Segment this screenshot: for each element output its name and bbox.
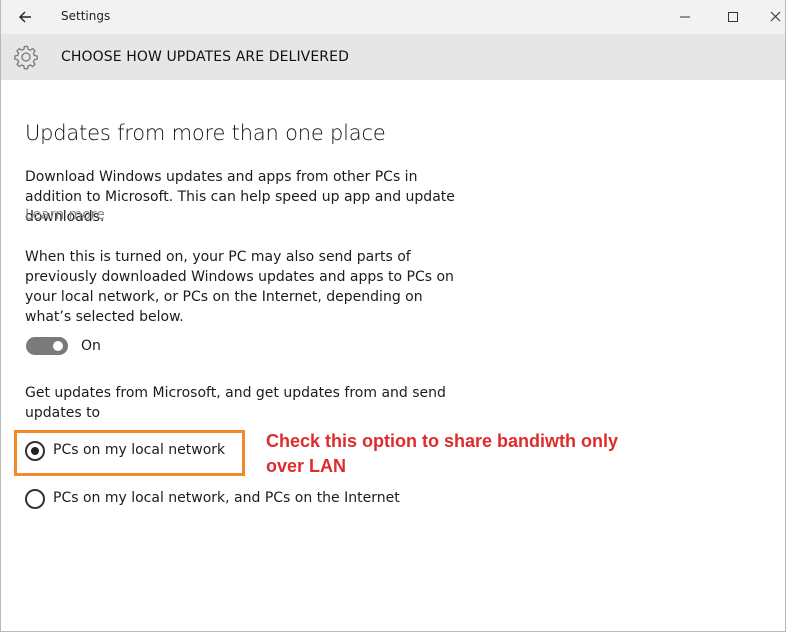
toggle-knob <box>53 341 63 351</box>
section-heading: Updates from more than one place <box>25 121 386 145</box>
toggle-state-label: On <box>81 338 101 354</box>
annotation-highlight-box <box>14 430 245 476</box>
close-icon <box>770 11 781 22</box>
minimize-icon <box>680 16 690 18</box>
maximize-icon <box>728 12 738 22</box>
options-intro-text: Get updates from Microsoft, and get upda… <box>25 385 446 421</box>
annotation-text: Check this option to share bandiwth only… <box>266 431 619 476</box>
gear-icon <box>13 44 39 70</box>
maximize-button[interactable] <box>721 6 745 28</box>
radio-button[interactable] <box>25 489 45 509</box>
title-bar: Settings <box>1 0 785 34</box>
page-header: CHOOSE HOW UPDATES ARE DELIVERED <box>1 34 785 80</box>
radio-label: PCs on my local network, and PCs on the … <box>53 490 400 506</box>
back-arrow-icon <box>19 11 31 23</box>
send-note-text: When this is turned on, your PC may also… <box>25 249 454 325</box>
page-title: CHOOSE HOW UPDATES ARE DELIVERED <box>61 49 349 65</box>
close-button[interactable] <box>765 6 786 28</box>
window-title: Settings <box>61 9 111 23</box>
minimize-button[interactable] <box>673 6 697 28</box>
learn-more-link[interactable]: Learn more <box>25 207 105 223</box>
delivery-optimization-toggle[interactable] <box>26 337 68 355</box>
back-button[interactable] <box>13 6 39 28</box>
